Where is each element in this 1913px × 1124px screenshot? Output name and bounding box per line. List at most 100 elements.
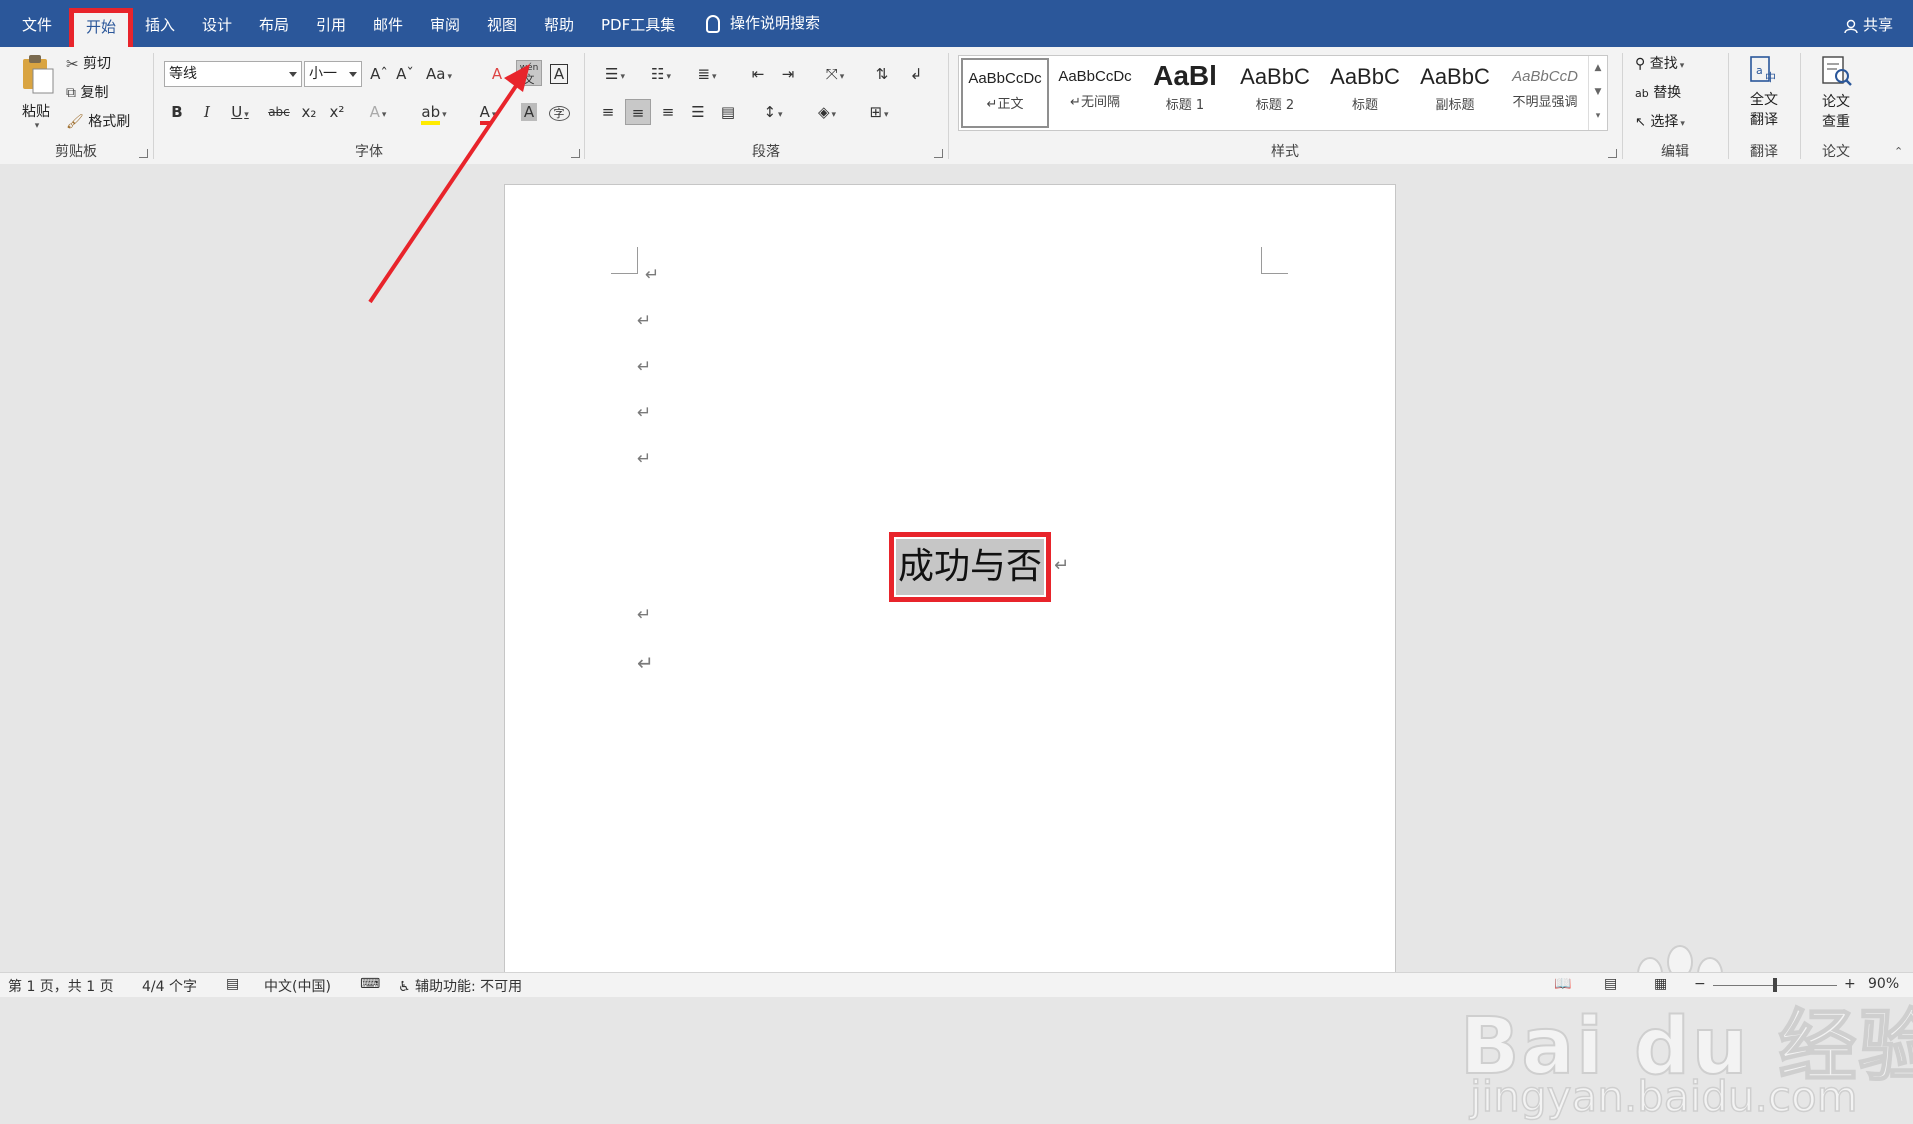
copy-button[interactable]: ⧉ 复制 bbox=[66, 82, 108, 102]
paragraph-launcher[interactable] bbox=[934, 149, 943, 158]
language-indicator[interactable]: 中文(中国) bbox=[264, 976, 331, 996]
tab-pdf-tools[interactable]: PDF工具集 bbox=[601, 14, 675, 35]
bold-button[interactable]: B bbox=[164, 99, 190, 125]
tab-layout[interactable]: 布局 bbox=[259, 14, 289, 35]
zoom-slider-thumb[interactable] bbox=[1773, 978, 1777, 992]
subscript-button[interactable]: x₂ bbox=[296, 99, 322, 125]
highlight-color-button[interactable]: ab ▾ bbox=[416, 99, 452, 125]
paper-line2: 查重 bbox=[1822, 114, 1850, 130]
cut-button[interactable]: ✂ 剪切 bbox=[66, 53, 111, 73]
cut-label: 剪切 bbox=[83, 56, 112, 72]
selected-text[interactable]: 成功与否 bbox=[896, 539, 1044, 595]
tab-review[interactable]: 审阅 bbox=[430, 14, 460, 35]
zoom-in-button[interactable]: + bbox=[1844, 976, 1856, 992]
gallery-up-button[interactable]: ▲ bbox=[1589, 56, 1607, 80]
clipboard-launcher[interactable] bbox=[139, 149, 148, 158]
paste-button[interactable]: 粘贴 ▾ bbox=[14, 53, 58, 131]
font-group-label: 字体 bbox=[355, 144, 383, 160]
phonetic-bottom: 文 bbox=[523, 73, 535, 86]
collapse-ribbon-button[interactable]: ⌃ bbox=[1894, 145, 1903, 158]
find-label: 查找 bbox=[1649, 56, 1678, 72]
enclose-characters-button[interactable]: 字 bbox=[546, 99, 572, 125]
tab-view[interactable]: 视图 bbox=[487, 14, 517, 35]
bullets-button[interactable]: ☰ ▾ bbox=[595, 61, 635, 87]
tab-help[interactable]: 帮助 bbox=[544, 14, 574, 35]
proofing-icon[interactable]: ▤ bbox=[226, 976, 239, 992]
font-launcher[interactable] bbox=[571, 149, 580, 158]
align-center-button[interactable]: ≡ bbox=[625, 99, 651, 125]
justify-button[interactable]: ☰ bbox=[685, 99, 711, 125]
accessibility-status[interactable]: ♿ 辅助功能: 不可用 bbox=[398, 976, 522, 996]
style-normal[interactable]: AaBbCcDc ↵正文 bbox=[961, 58, 1049, 128]
increase-indent-button[interactable]: ⇥ bbox=[775, 61, 801, 87]
show-marks-button[interactable]: ↲ bbox=[903, 61, 929, 87]
tell-me-search[interactable]: 操作说明搜索 bbox=[706, 12, 820, 33]
page-count[interactable]: 第 1 页，共 1 页 bbox=[8, 976, 114, 996]
numbering-button[interactable]: ☷ ▾ bbox=[641, 61, 681, 87]
style-title[interactable]: AaBbC 标题 bbox=[1321, 58, 1409, 128]
crop-mark-top-left bbox=[611, 247, 638, 274]
decrease-indent-button[interactable]: ⇤ bbox=[745, 61, 771, 87]
zoom-level[interactable]: 90% bbox=[1868, 976, 1899, 992]
styles-launcher[interactable] bbox=[1608, 149, 1617, 158]
print-layout-icon[interactable]: ▤ bbox=[1604, 976, 1617, 992]
multilevel-list-icon: ≣ bbox=[697, 65, 711, 83]
tab-insert[interactable]: 插入 bbox=[145, 14, 175, 35]
font-color-button[interactable]: A ▾ bbox=[470, 99, 506, 125]
font-size-select[interactable]: 小一 bbox=[304, 61, 362, 87]
style-subtitle[interactable]: AaBbC 副标题 bbox=[1411, 58, 1499, 128]
line-spacing-button[interactable]: ↕ ▾ bbox=[753, 99, 793, 125]
style-subtle-emphasis[interactable]: AaBbCcD 不明显强调 bbox=[1501, 58, 1589, 128]
grow-font-button[interactable]: Aˆ bbox=[366, 61, 392, 87]
tell-me-label: 操作说明搜索 bbox=[730, 14, 821, 32]
share-button[interactable]: 共享 bbox=[1844, 14, 1893, 35]
tab-file[interactable]: 文件 bbox=[22, 14, 52, 35]
style-heading-1[interactable]: AaBl 标题 1 bbox=[1141, 58, 1229, 128]
borders-button[interactable]: ⊞ ▾ bbox=[859, 99, 899, 125]
style-sample: AaBbC bbox=[1240, 64, 1310, 89]
underline-button[interactable]: U ▾ bbox=[222, 99, 258, 125]
document-page[interactable]: ↵ ↵ ↵ ↵ ↵ 成功与否 ↵ ↵ ↵ bbox=[504, 184, 1396, 986]
superscript-button[interactable]: x² bbox=[324, 99, 350, 125]
read-mode-icon[interactable]: 📖 bbox=[1554, 976, 1571, 992]
full-translate-button[interactable]: a中 全文 翻译 bbox=[1739, 55, 1789, 129]
word-count[interactable]: 4/4 个字 bbox=[142, 976, 197, 996]
multilevel-list-button[interactable]: ≣ ▾ bbox=[687, 61, 727, 87]
clear-formatting-button[interactable]: A bbox=[484, 61, 510, 87]
tab-mailings[interactable]: 邮件 bbox=[373, 14, 403, 35]
keyboard-icon[interactable]: ⌨ bbox=[360, 976, 380, 992]
zoom-out-button[interactable]: − bbox=[1694, 976, 1706, 992]
align-right-button[interactable]: ≡ bbox=[655, 99, 681, 125]
format-painter-button[interactable]: 🖌 格式刷 bbox=[66, 111, 130, 131]
tab-design[interactable]: 设计 bbox=[202, 14, 232, 35]
select-button[interactable]: ↖ 选择 ▾ bbox=[1635, 111, 1685, 131]
shading-button[interactable]: ◈ ▾ bbox=[807, 99, 847, 125]
sort-button[interactable]: ⇅ bbox=[869, 61, 895, 87]
paper-check-button[interactable]: 论文 查重 bbox=[1811, 55, 1861, 131]
gallery-more-button[interactable]: ▾ bbox=[1589, 104, 1607, 128]
tab-home[interactable]: 开始 bbox=[72, 9, 131, 47]
replace-button[interactable]: ab 替换 bbox=[1635, 82, 1681, 102]
align-left-button[interactable]: ≡ bbox=[595, 99, 621, 125]
document-area[interactable]: ↵ ↵ ↵ ↵ ↵ 成功与否 ↵ ↵ ↵ Bai du 经验 jingyan.b… bbox=[0, 164, 1913, 1122]
web-layout-icon[interactable]: ▦ bbox=[1654, 976, 1667, 992]
styles-group-label: 样式 bbox=[1271, 144, 1299, 160]
italic-button[interactable]: I bbox=[194, 99, 220, 125]
find-button[interactable]: ⚲ 查找 ▾ bbox=[1635, 53, 1684, 73]
phonetic-guide-button[interactable]: wén 文 bbox=[516, 60, 542, 86]
font-family-select[interactable]: 等线 bbox=[164, 61, 302, 87]
character-shading-button[interactable]: A bbox=[516, 99, 542, 125]
change-case-icon: Aa bbox=[426, 65, 446, 83]
change-case-button[interactable]: Aa ▾ bbox=[420, 61, 458, 87]
distributed-button[interactable]: ▤ bbox=[715, 99, 741, 125]
gallery-down-button[interactable]: ▼ bbox=[1589, 80, 1607, 104]
style-heading-2[interactable]: AaBbC 标题 2 bbox=[1231, 58, 1319, 128]
text-effects-button[interactable]: A ▾ bbox=[360, 99, 396, 125]
tab-references[interactable]: 引用 bbox=[316, 14, 346, 35]
shrink-font-button[interactable]: Aˇ bbox=[392, 61, 418, 87]
paragraph-mark: ↵ bbox=[637, 651, 654, 675]
character-border-button[interactable]: A bbox=[546, 61, 572, 87]
style-no-spacing[interactable]: AaBbCcDc ↵无间隔 bbox=[1051, 58, 1139, 128]
strikethrough-button[interactable]: abc bbox=[264, 99, 294, 125]
chinese-layout-button[interactable]: ⤧ ▾ bbox=[815, 61, 855, 87]
